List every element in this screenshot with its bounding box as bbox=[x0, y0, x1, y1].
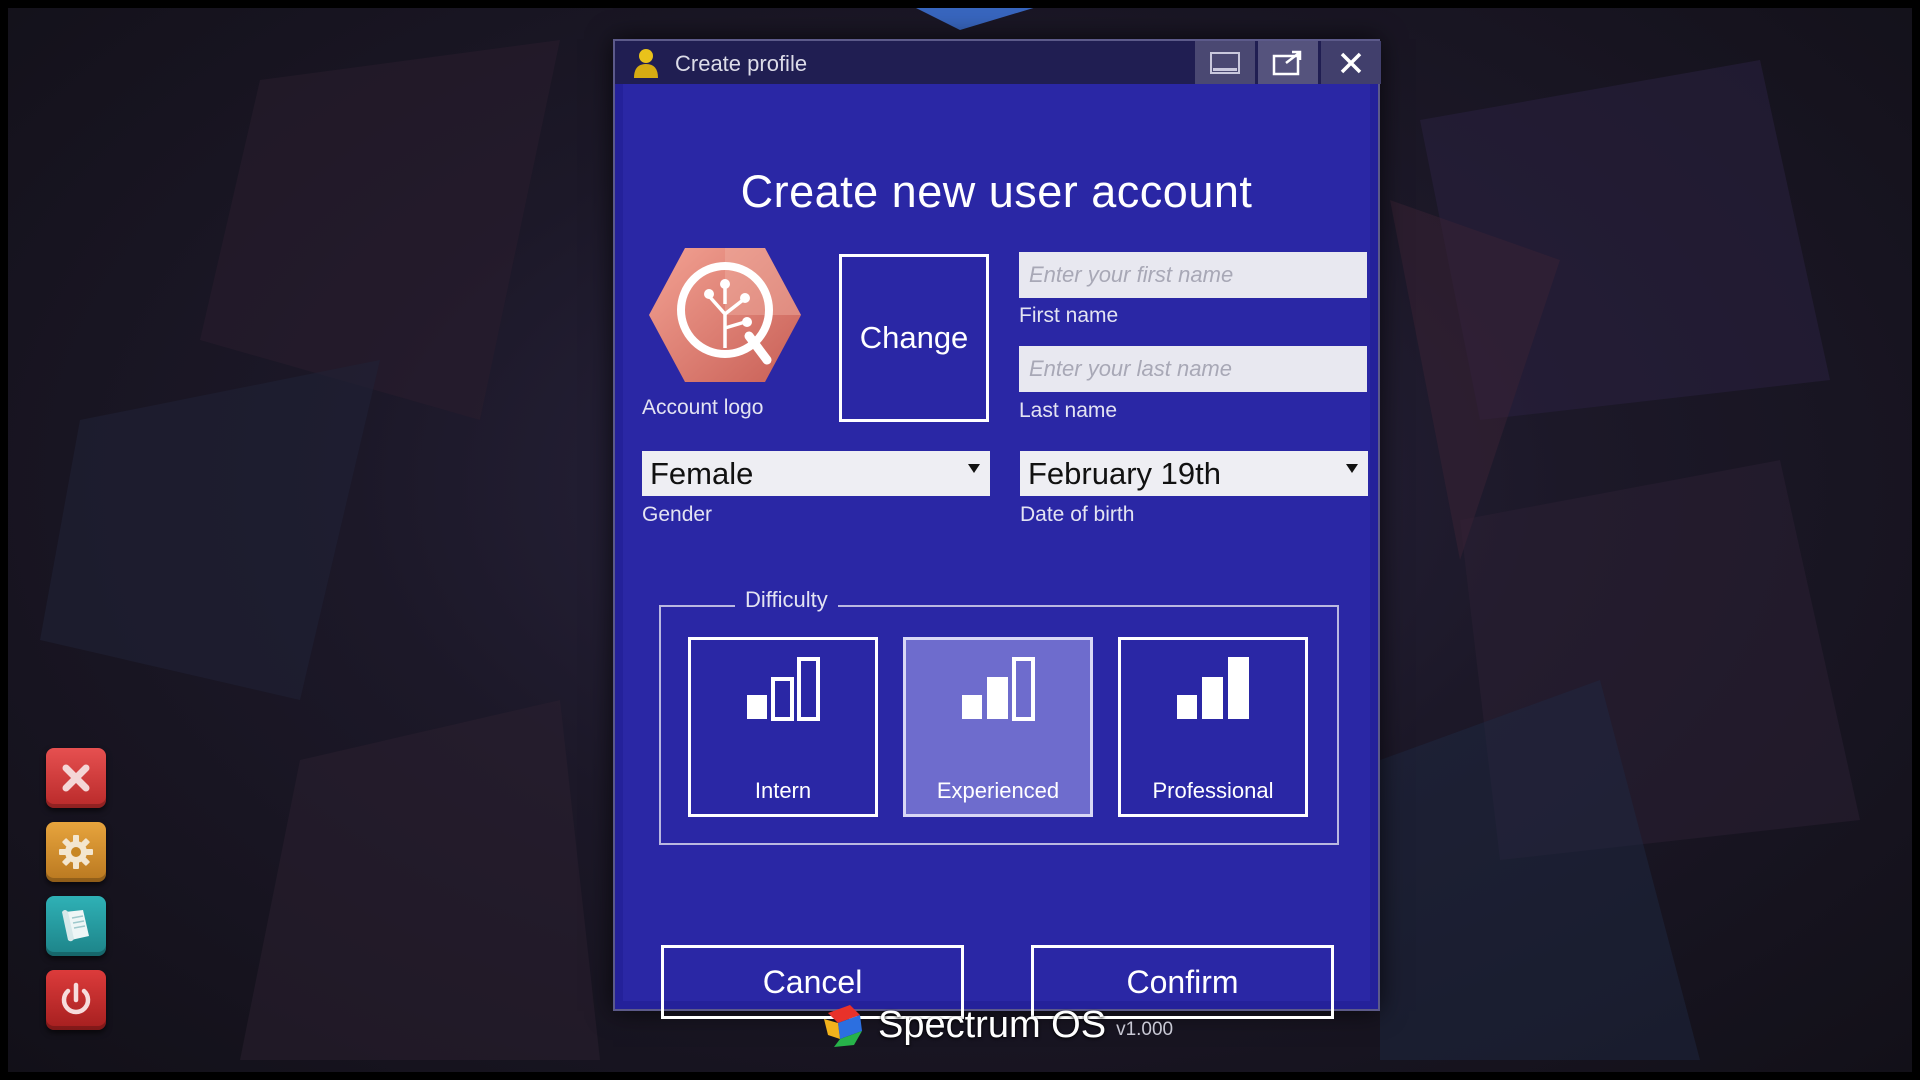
difficulty-intern-option[interactable]: Intern bbox=[688, 637, 878, 817]
user-icon bbox=[634, 49, 658, 78]
signal-bars-low-icon bbox=[747, 657, 820, 721]
change-logo-button[interactable]: Change bbox=[839, 254, 989, 422]
account-logo-label: Account logo bbox=[642, 396, 764, 419]
difficulty-group: Difficulty Intern Experienced Profession… bbox=[659, 587, 1339, 845]
os-name: Spectrum OS bbox=[878, 1003, 1107, 1046]
minimize-icon bbox=[1210, 51, 1240, 74]
scroll-icon bbox=[62, 910, 89, 942]
page-title: Create new user account bbox=[740, 166, 1253, 217]
dock-close-button[interactable] bbox=[46, 748, 106, 808]
difficulty-professional-option[interactable]: Professional bbox=[1118, 637, 1308, 817]
spectrum-logo-icon bbox=[824, 1005, 862, 1047]
close-window-button[interactable] bbox=[1321, 41, 1381, 84]
account-logo bbox=[645, 244, 805, 391]
dropdown-caret-icon bbox=[968, 464, 980, 473]
difficulty-experienced-option[interactable]: Experienced bbox=[903, 637, 1093, 817]
date-of-birth-label: Date of birth bbox=[1020, 503, 1135, 526]
os-branding: Spectrum OS v1.000 bbox=[820, 1000, 1173, 1050]
date-of-birth-select[interactable]: February 19th bbox=[1020, 451, 1368, 496]
minimize-button[interactable] bbox=[1195, 41, 1255, 84]
first-name-input[interactable] bbox=[1019, 252, 1367, 298]
window-content: Create new user account Account logo Cha… bbox=[623, 84, 1370, 1019]
create-profile-window: Create profile Create new user account A… bbox=[613, 39, 1381, 1019]
difficulty-legend: Difficulty bbox=[735, 587, 838, 613]
dock-scroll-button[interactable] bbox=[46, 896, 106, 956]
dock bbox=[46, 748, 106, 1030]
close-icon bbox=[62, 764, 90, 792]
last-name-label: Last name bbox=[1019, 399, 1118, 422]
signal-bars-high-icon bbox=[1177, 657, 1249, 719]
window-title: Create profile bbox=[675, 51, 808, 76]
difficulty-experienced-label: Experienced bbox=[936, 778, 1060, 803]
gender-value: Female bbox=[650, 455, 754, 491]
dock-settings-button[interactable] bbox=[46, 822, 106, 882]
last-name-input[interactable] bbox=[1019, 346, 1367, 392]
expand-icon bbox=[1272, 50, 1302, 75]
titlebar[interactable]: Create profile bbox=[615, 41, 1381, 84]
power-icon bbox=[61, 982, 91, 1015]
gender-select[interactable]: Female bbox=[642, 451, 990, 496]
first-name-label: First name bbox=[1019, 304, 1119, 327]
dock-power-button[interactable] bbox=[46, 970, 106, 1030]
close-icon bbox=[1340, 52, 1362, 73]
difficulty-professional-label: Professional bbox=[1152, 778, 1274, 803]
date-of-birth-value: February 19th bbox=[1028, 455, 1221, 491]
os-version: v1.000 bbox=[1116, 1019, 1174, 1040]
gear-icon bbox=[59, 835, 93, 869]
logo-hexagon-icon bbox=[649, 248, 801, 382]
difficulty-intern-label: Intern bbox=[754, 778, 812, 803]
signal-bars-medium-icon bbox=[962, 657, 1035, 721]
maximize-button[interactable] bbox=[1258, 41, 1318, 84]
dropdown-caret-icon bbox=[1346, 464, 1358, 473]
gender-label: Gender bbox=[642, 503, 713, 526]
